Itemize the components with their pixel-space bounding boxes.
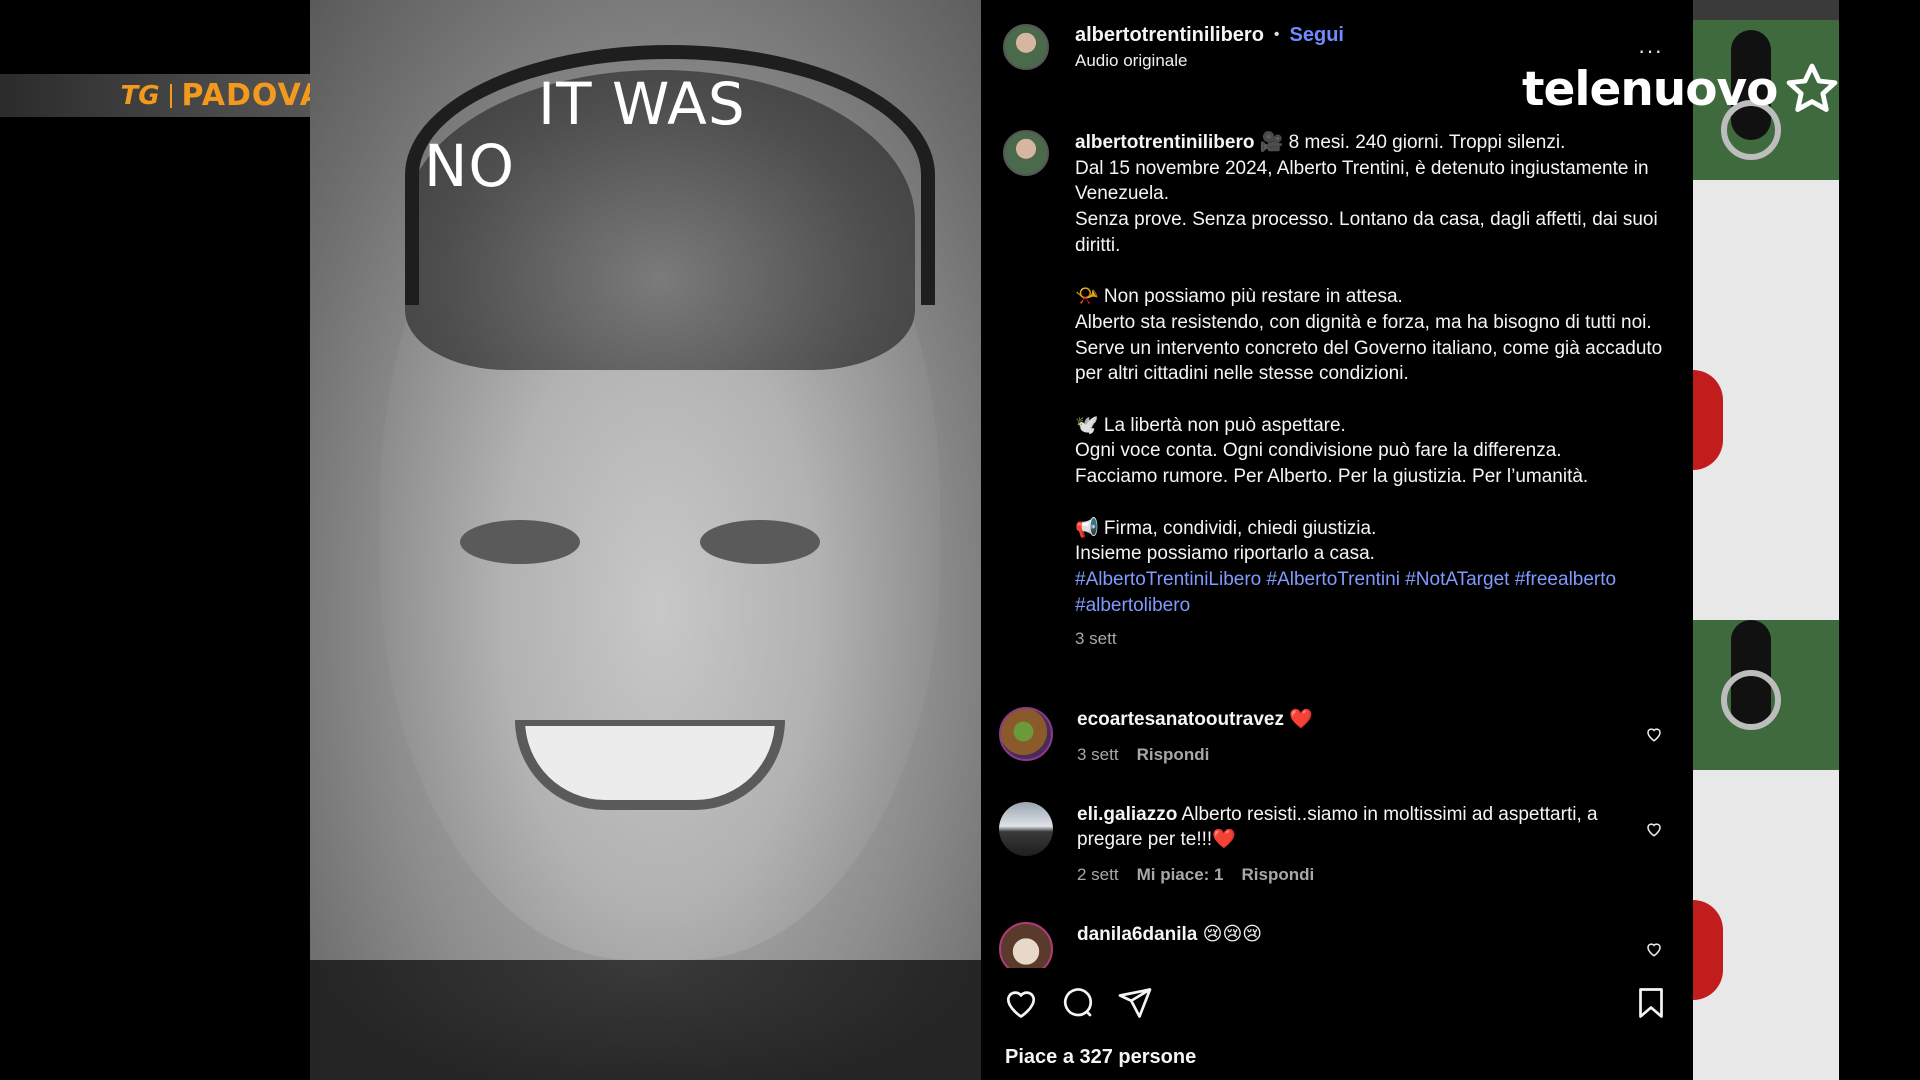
tg-city-label: PADOVA [181,78,324,113]
commenter-username[interactable]: eli.galiazzo [1077,804,1177,825]
comment-item: danila6danila 😢😢😢 [999,922,1675,968]
video-overlay-text-2: NO [424,132,516,200]
video-frame[interactable]: IT WAS NO [310,0,981,1080]
comment-like-heart-icon[interactable] [1645,725,1663,743]
post-caption: albertotrentinilibero 🎥 8 mesi. 240 gior… [1003,130,1683,652]
caption-line: Senza prove. Senza processo. Lontano da … [1075,209,1658,256]
star-icon [1787,63,1838,112]
red-shape [1693,900,1723,1000]
instagram-post-panel: albertotrentinilibero • Segui Audio orig… [981,0,1693,1080]
author-username[interactable]: albertotrentinilibero [1075,24,1264,47]
left-eye-shape [460,520,580,564]
author-avatar[interactable] [1003,24,1049,70]
comment-like-heart-icon[interactable] [1645,820,1663,838]
badge-divider [169,83,172,108]
follow-button[interactable]: Segui [1290,24,1344,47]
caption-line: Dal 15 novembre 2024, Alberto Trentini, … [1075,157,1649,205]
commenter-username[interactable]: ecoartesanatooutravez [1077,709,1284,730]
send-icon[interactable] [1117,985,1153,1021]
commenter-avatar[interactable] [999,707,1053,761]
caption-line: 🎥 8 mesi. 240 giorni. Troppi silenzi. [1259,132,1566,153]
caption-line: 📯 Non possiamo più restare in attesa. [1075,286,1403,308]
reply-button[interactable]: Rispondi [1137,742,1210,767]
commenter-avatar[interactable] [999,802,1053,856]
caption-line: Insieme possiamo riportarlo a casa. [1075,543,1375,565]
commenter-username[interactable]: danila6danila [1077,924,1197,945]
caption-line: 🕊️ La libertà non può aspettare. [1075,414,1346,436]
post-action-bar [1003,985,1669,1025]
hashtag-links[interactable]: #AlbertoTrentiniLibero #AlbertoTrentini … [1075,567,1675,618]
comment-timestamp[interactable]: 3 sett [1077,742,1119,767]
caption-line: Alberto sta resistendo, con dignità e fo… [1075,311,1652,333]
caption-avatar[interactable] [1003,130,1049,176]
background-panel [1693,0,1839,1080]
comment-text: ❤️ [1289,709,1313,730]
comment-like-heart-icon[interactable] [1645,940,1663,958]
red-shape [1693,370,1723,470]
comment-item: ecoartesanatooutravez ❤️ 3 sett Rispondi [999,707,1675,767]
header-separator: • [1273,26,1280,43]
comment-timestamp[interactable]: 2 sett [1077,862,1119,887]
comment-item: eli.galiazzo Alberto resisti..siamo in m… [999,802,1675,887]
audio-label[interactable]: Audio originale [1075,51,1344,71]
caption-timestamp[interactable]: 3 sett [1075,626,1675,652]
tg-logo: TG [120,80,160,111]
bookmark-icon[interactable] [1633,985,1669,1021]
comment-text: 😢😢😢 [1202,924,1263,945]
video-overlay-text-1: IT WAS [538,70,746,138]
telenuovo-logo: telenuovo [1522,60,1841,118]
caption-line: 📢 Firma, condividi, chiedi giustizia. [1075,517,1377,539]
caption-line: Serve un intervento concreto del Governo… [1075,337,1663,385]
reply-button[interactable]: Rispondi [1242,862,1315,887]
heart-icon[interactable] [1003,985,1039,1021]
caption-line: Facciamo rumore. Per Alberto. Per la giu… [1075,466,1589,488]
ring-shape [1721,670,1781,730]
right-eye-shape [700,520,820,564]
telenuovo-wordmark: telenuovo [1522,61,1778,117]
commenter-avatar[interactable] [999,922,1053,968]
likes-count[interactable]: Piace a 327 persone [1005,1046,1196,1069]
caption-line: Ogni voce conta. Ogni condivisione può f… [1075,440,1562,462]
comment-icon[interactable] [1060,985,1096,1021]
comment-like-count[interactable]: Mi piace: 1 [1137,862,1224,887]
caption-username[interactable]: albertotrentinilibero [1075,132,1254,153]
tg-padova-badge: TG PADOVA [0,74,338,117]
shirt-shape [310,960,981,1080]
